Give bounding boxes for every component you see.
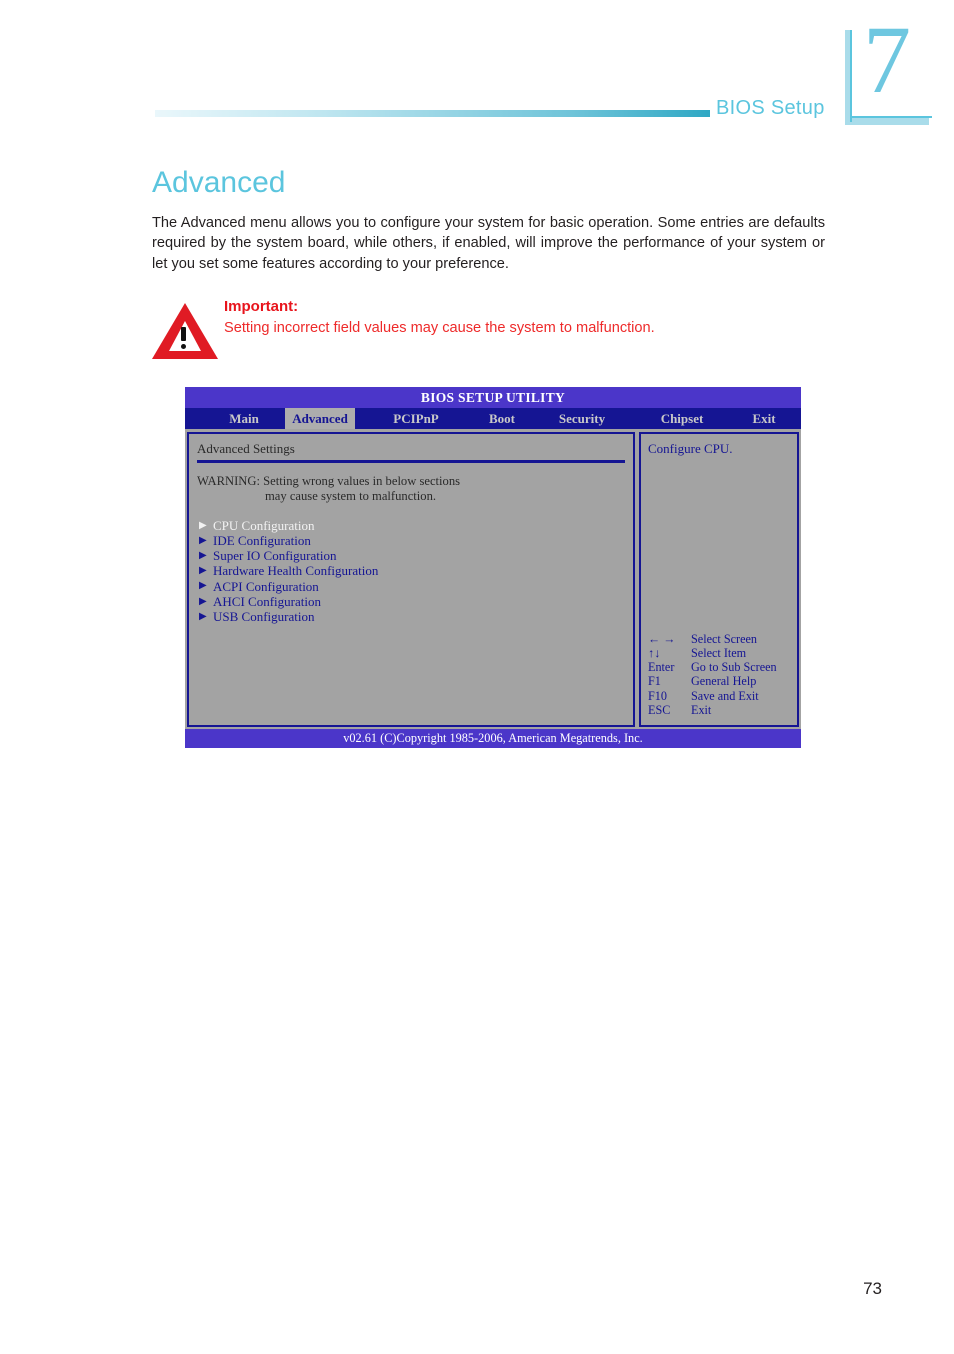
chapter-badge: 7 xyxy=(845,12,933,130)
bios-menu-item-label: AHCI Configuration xyxy=(213,593,321,609)
bios-tab-security[interactable]: Security xyxy=(537,408,627,429)
bios-panel-heading: Advanced Settings xyxy=(197,441,295,456)
submenu-arrow-icon: ▶ xyxy=(199,565,207,577)
bios-key-hint-key: Enter xyxy=(648,660,675,675)
bios-menu-item[interactable]: ▶ Hardware Health Configuration xyxy=(197,563,625,578)
bios-title-bar: BIOS SETUP UTILITY xyxy=(185,387,801,408)
bios-key-hint-row: F10 Save and Exit xyxy=(648,689,798,703)
page-title: Advanced xyxy=(152,166,286,200)
bios-menu-list: ▶ CPU Configuration ▶ IDE Configuration ▶ Sup… xyxy=(197,518,625,624)
bios-key-hint-description: Exit xyxy=(691,702,712,717)
bios-menu-item-label: CPU Configuration xyxy=(213,517,315,533)
bios-tab-bar[interactable]: Main Advanced PCIPnP Boot Security Chipset Exi… xyxy=(185,408,801,429)
page-header: 7 BIOS Setup xyxy=(0,0,954,140)
bios-footer: v02.61 (C)Copyright 1985-2006, American … xyxy=(185,729,801,748)
bios-menu-item[interactable]: ▶ USB Configuration xyxy=(197,609,625,624)
bios-key-hint-row: ← → Select Screen xyxy=(648,632,798,646)
bios-key-hint-key: F10 xyxy=(648,688,667,703)
bios-main-area: Advanced Settings WARNING: Setting wrong… xyxy=(185,429,801,729)
submenu-arrow-icon: ▶ xyxy=(199,535,207,547)
warning-triangle-icon xyxy=(152,303,218,359)
chapter-frame-horizontal-bar xyxy=(845,118,929,125)
submenu-arrow-icon: ▶ xyxy=(199,550,207,562)
submenu-arrow-icon: ▶ xyxy=(199,595,207,607)
bios-menu-item[interactable]: ▶ IDE Configuration xyxy=(197,533,625,548)
callout-body: Important: Setting incorrect field value… xyxy=(224,298,655,338)
callout-title: Important: xyxy=(224,298,299,315)
bios-key-hint-row: ESC Exit xyxy=(648,703,798,717)
intro-paragraph: The Advanced menu allows you to configur… xyxy=(152,214,825,273)
submenu-arrow-icon: ▶ xyxy=(199,610,207,622)
chapter-frame-vertical-accent xyxy=(850,30,852,122)
bios-settings-panel: Advanced Settings WARNING: Setting wrong… xyxy=(187,432,635,727)
bios-key-hint-description: Go to Sub Screen xyxy=(691,660,777,675)
bios-key-hint-key: ↑↓ xyxy=(648,645,661,660)
bios-tab-boot[interactable]: Boot xyxy=(467,408,537,429)
page-number: 73 xyxy=(863,1279,882,1298)
bios-key-hint-row: F1 General Help xyxy=(648,674,798,688)
bios-tab-exit[interactable]: Exit xyxy=(733,408,795,429)
bios-tab-main[interactable]: Main xyxy=(199,408,289,429)
header-rule xyxy=(155,110,710,117)
bios-menu-item-label: ACPI Configuration xyxy=(213,578,319,594)
bios-menu-item-label: IDE Configuration xyxy=(213,533,311,549)
bios-tab-advanced[interactable]: Advanced xyxy=(285,408,355,429)
bios-key-hint-description: Select Item xyxy=(691,645,747,660)
bios-key-hint-key: F1 xyxy=(648,674,661,689)
warning-exclamation-dot xyxy=(181,344,186,349)
bios-menu-item-label: USB Configuration xyxy=(213,608,315,624)
chapter-frame-horizontal-accent xyxy=(850,116,932,118)
bios-help-text: Configure CPU. xyxy=(648,441,733,456)
bios-help-panel: Configure CPU. ← → Select Screen ↑↓ Select … xyxy=(639,432,799,727)
bios-warning-block: WARNING: Setting wrong values in below s… xyxy=(197,474,625,504)
bios-key-hint-row: Enter Go to Sub Screen xyxy=(648,660,798,674)
bios-setup-screenshot: BIOS SETUP UTILITY Main Advanced PCIPnP Boo… xyxy=(185,387,801,748)
warning-exclamation-stroke xyxy=(181,327,186,341)
bios-warning-line-2: may cause system to malfunction. xyxy=(265,489,437,503)
bios-key-hints: ← → Select Screen ↑↓ Select Item Enter Go to … xyxy=(648,632,798,717)
bios-menu-item[interactable]: ▶ CPU Configuration xyxy=(197,518,625,533)
bios-panel-divider xyxy=(197,460,625,463)
bios-key-hint-row: ↑↓ Select Item xyxy=(648,646,798,660)
bios-key-hint-description: Save and Exit xyxy=(691,688,759,703)
bios-key-hint-description: General Help xyxy=(691,674,757,689)
header-section-label: BIOS Setup xyxy=(716,97,825,119)
submenu-arrow-icon: ▶ xyxy=(199,580,207,592)
bios-warning-line-1: WARNING: Setting wrong values in below s… xyxy=(197,474,625,489)
bios-tab-chipset[interactable]: Chipset xyxy=(637,408,727,429)
bios-key-hint-key: ESC xyxy=(648,702,671,717)
bios-key-hint-description: Select Screen xyxy=(691,631,757,646)
bios-menu-item-label: Super IO Configuration xyxy=(213,548,337,564)
chapter-number: 7 xyxy=(863,6,911,113)
bios-warning-text-1: Setting wrong values in below sections xyxy=(263,474,461,488)
bios-menu-item-label: Hardware Health Configuration xyxy=(213,563,379,579)
bios-menu-item[interactable]: ▶ AHCI Configuration xyxy=(197,594,625,609)
callout-text: Setting incorrect field values may cause… xyxy=(224,320,655,336)
submenu-arrow-icon: ▶ xyxy=(199,519,207,531)
bios-tab-pcipnp[interactable]: PCIPnP xyxy=(371,408,461,429)
bios-menu-item[interactable]: ▶ Super IO Configuration xyxy=(197,548,625,563)
bios-menu-item[interactable]: ▶ ACPI Configuration xyxy=(197,579,625,594)
bios-warning-label: WARNING: xyxy=(197,474,260,488)
bios-key-hint-key: ← → xyxy=(648,631,676,646)
